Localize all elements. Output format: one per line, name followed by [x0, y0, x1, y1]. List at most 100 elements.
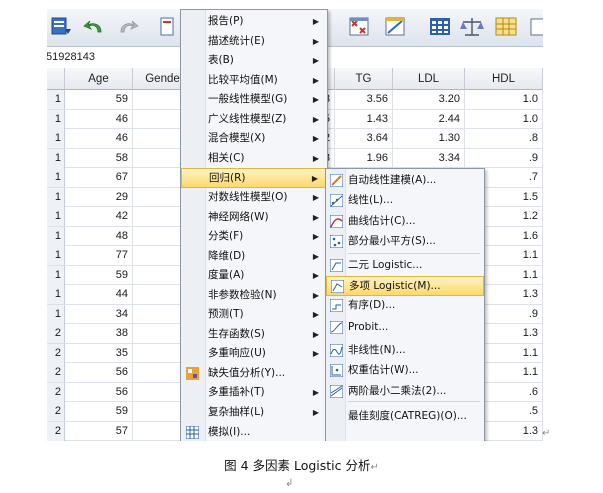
menu-item-loglinear[interactable]: 对数线性模型(O) ▶ — [181, 188, 327, 208]
submenu-item-nonlinear[interactable]: 非线性(N)... — [326, 341, 484, 361]
table-cell-tg[interactable]: 1.43 — [335, 109, 393, 129]
submenu-item-weight-estimation[interactable]: 权重估计(W)... — [326, 361, 484, 381]
submenu-arrow-icon: ▶ — [312, 114, 319, 124]
submenu-item-label: 曲线估计(C)... — [348, 215, 416, 227]
submenu-item-label: 多项 Logistic(M)... — [349, 280, 441, 292]
table-cell-hdl[interactable]: .8 — [465, 129, 543, 148]
table-cell-hdl[interactable]: 1.0 — [465, 109, 543, 129]
column-header[interactable]: HDL — [465, 68, 543, 90]
table-cell-tg[interactable]: 3.56 — [335, 90, 393, 109]
scale-balance-icon[interactable] — [459, 15, 485, 39]
table-cell-age[interactable]: 59 — [65, 90, 133, 109]
menu-item-survival[interactable]: 生存函数(S) ▶ — [181, 325, 327, 345]
table-cell-age[interactable]: 48 — [65, 226, 133, 246]
menu-item-generalized-linear-models[interactable]: 广义线性模型(Z) ▶ — [181, 110, 327, 130]
menu-item-scale[interactable]: 度量(A) ▶ — [181, 266, 327, 286]
menu-item-label: 神经网络(W) — [208, 210, 269, 223]
menu-item-descriptive-statistics[interactable]: 描述统计(E) ▶ — [181, 32, 327, 52]
table-cell-age[interactable]: 46 — [65, 109, 133, 129]
table-cell-age[interactable]: 56 — [65, 382, 133, 402]
menu-item-nonparametric-tests[interactable]: 非参数检验(N) ▶ — [181, 286, 327, 306]
weight-cases-icon[interactable] — [383, 15, 409, 39]
table-cell-hdl[interactable]: 1.0 — [465, 90, 543, 109]
submenu-item-curve-estimation[interactable]: 曲线估计(C)... — [326, 212, 484, 232]
table-cell-age[interactable]: 46 — [65, 129, 133, 148]
linear-icon — [329, 193, 344, 208]
submenu-item-linear[interactable]: 线性(L)... — [326, 191, 484, 211]
select-cases-icon[interactable] — [347, 15, 373, 39]
paragraph-mark: ↲ — [285, 478, 294, 489]
menu-item-dimension-reduction[interactable]: 降维(D) ▶ — [181, 247, 327, 267]
value-labels-icon[interactable] — [493, 15, 519, 39]
submenu-arrow-icon: ▶ — [312, 232, 319, 242]
table-cell-tg[interactable]: 3.64 — [335, 129, 393, 148]
submenu-arrow-icon: ▶ — [312, 75, 319, 85]
table-cell-age[interactable]: 29 — [65, 187, 133, 207]
menu-item-regression[interactable]: 回归(R) ▶ — [181, 168, 327, 189]
missing-value-icon — [186, 366, 199, 380]
table-cell-age[interactable]: 42 — [65, 207, 133, 226]
table-cell-ldl[interactable]: 2.44 — [393, 109, 465, 129]
submenu-arrow-icon: ▶ — [312, 153, 319, 163]
submenu-item-optimal-scaling[interactable]: 最佳刻度(CATREG)(O)... — [326, 407, 484, 427]
submenu-item-probit[interactable]: Probit... — [326, 318, 484, 338]
menu-item-tables[interactable]: 表(B) ▶ — [181, 51, 327, 71]
probit-icon — [329, 320, 344, 335]
table-cell-age[interactable]: 35 — [65, 343, 133, 363]
table-cell-age[interactable]: 67 — [65, 168, 133, 187]
column-header[interactable]: TG — [335, 68, 393, 90]
goto-case-icon[interactable] — [155, 15, 181, 39]
row-group-value: 1 — [47, 226, 65, 246]
table-cell-age[interactable]: 57 — [65, 421, 133, 441]
menu-item-multiple-response[interactable]: 多重响应(U) ▶ — [181, 344, 327, 364]
menu-item-multiple-imputation[interactable]: 多重插补(T) ▶ — [181, 383, 327, 403]
table-cell-age[interactable]: 44 — [65, 285, 133, 304]
undo-icon[interactable] — [81, 15, 107, 39]
submenu-item-two-stage-least-squares[interactable]: 两阶最小二乘法(2)... — [326, 382, 484, 402]
split-file-icon[interactable] — [427, 15, 453, 39]
redo-icon[interactable] — [115, 15, 141, 39]
menu-item-reports[interactable]: 报告(P) ▶ — [181, 12, 327, 32]
menu-item-forecasting[interactable]: 预测(T) ▶ — [181, 305, 327, 325]
menu-item-label: 分类(F) — [208, 230, 244, 243]
table-cell-age[interactable]: 56 — [65, 363, 133, 382]
submenu-item-partial-least-squares[interactable]: 部分最小平方(S)... — [326, 232, 484, 252]
table-cell-ldl[interactable]: 1.30 — [393, 129, 465, 148]
table-cell-age[interactable]: 58 — [65, 148, 133, 168]
menu-item-classify[interactable]: 分类(F) ▶ — [181, 227, 327, 247]
table-cell-ldl[interactable]: 3.34 — [393, 148, 465, 168]
column-header[interactable]: LDL — [393, 68, 465, 90]
menu-item-label: 多重插补(T) — [208, 386, 265, 399]
table-cell-tg[interactable]: 1.96 — [335, 148, 393, 168]
use-sets-icon[interactable] — [529, 15, 543, 39]
open-data-icon[interactable] — [49, 15, 75, 39]
table-cell-age[interactable]: 34 — [65, 304, 133, 324]
menu-item-missing-value-analysis[interactable]: 缺失值分析(Y)... — [181, 364, 327, 384]
submenu-arrow-icon: ▶ — [312, 290, 319, 300]
table-cell-age[interactable]: 59 — [65, 402, 133, 421]
submenu-arrow-icon: ▶ — [312, 134, 319, 144]
submenu-item-multinomial-logistic[interactable]: 多项 Logistic(M)... — [326, 276, 484, 296]
partial-least-squares-icon — [329, 234, 344, 249]
menu-item-complex-samples[interactable]: 复杂抽样(L) ▶ — [181, 403, 327, 423]
table-cell-hdl[interactable]: .9 — [465, 148, 543, 168]
menu-item-label: 复杂抽样(L) — [208, 406, 265, 418]
menu-item-simulation[interactable]: 模拟(I)... — [181, 423, 327, 441]
table-cell-age[interactable]: 59 — [65, 265, 133, 285]
menu-item-neural-networks[interactable]: 神经网络(W) ▶ — [181, 208, 327, 228]
table-cell-age[interactable]: 77 — [65, 246, 133, 265]
submenu-item-automatic-linear-modeling[interactable]: 自动线性建模(A)... — [326, 171, 484, 191]
table-cell-age[interactable]: 38 — [65, 324, 133, 343]
menu-item-compare-means[interactable]: 比较平均值(M) ▶ — [181, 71, 327, 91]
menu-item-label: 生存函数(S) — [208, 327, 265, 340]
submenu-item-label: 权重估计(W)... — [348, 364, 419, 376]
column-header[interactable]: Age — [65, 68, 133, 90]
table-cell-ldl[interactable]: 3.20 — [393, 90, 465, 109]
menu-item-correlate[interactable]: 相关(C) ▶ — [181, 149, 327, 169]
menu-item-general-linear-model[interactable]: 一般线性模型(G) ▶ — [181, 90, 327, 110]
menu-item-mixed-models[interactable]: 混合模型(X) ▶ — [181, 129, 327, 149]
submenu-item-ordinal[interactable]: 有序(D)... — [326, 296, 484, 316]
curve-estimation-icon — [329, 214, 344, 229]
submenu-item-binary-logistic[interactable]: 二元 Logistic... — [326, 256, 484, 276]
binary-logistic-icon — [329, 258, 344, 273]
